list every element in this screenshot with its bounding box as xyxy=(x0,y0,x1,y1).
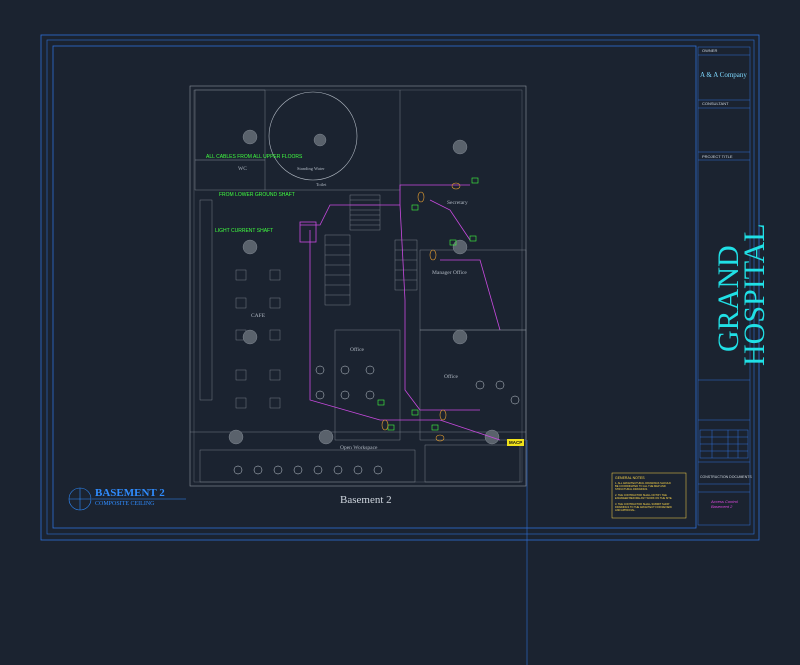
riser-note-lower: FROM LOWER GROUND SHAFT xyxy=(219,192,295,198)
floor-plan xyxy=(189,85,527,487)
workstations xyxy=(233,365,520,475)
room-standing-water: Standing Water xyxy=(297,166,325,171)
drawing-subtitle: COMPOSITE CEILING xyxy=(95,501,155,507)
room-office-1: Office xyxy=(350,347,364,353)
structural-columns xyxy=(228,129,500,445)
drawing-title: BASEMENT 2 xyxy=(95,487,165,499)
consultant-header: CONSULTANT xyxy=(702,101,729,106)
room-wc: WC xyxy=(238,166,247,172)
drawing-canvas xyxy=(40,34,760,665)
macp-tag: MACP xyxy=(507,439,525,446)
general-notes-title: GENERAL NOTES xyxy=(615,476,645,480)
staircase xyxy=(324,194,418,306)
room-secretary: Secretary xyxy=(447,200,468,206)
riser-note-upper: ALL CABLES FROM ALL UPPER FLOORS xyxy=(206,154,303,160)
room-open-workspace: Open Workspace xyxy=(340,445,378,451)
company-name: A & A Company xyxy=(700,71,747,79)
general-note-1: 1. ALL ARCHITECTURAL DRAWINGS SHOULD BE … xyxy=(615,482,671,492)
owner-header: OWNER xyxy=(702,48,718,53)
project-title-header: PROJECT TITLE xyxy=(702,154,733,159)
room-office-2: Office xyxy=(444,374,458,380)
room-manager-office: Manager Office xyxy=(432,270,467,276)
riser-note-shaft: LIGHT CURRENT SHAFT xyxy=(215,228,274,234)
door-devices xyxy=(381,182,461,442)
phase-label: CONSTRUCTION DOCUMENTS xyxy=(700,475,752,479)
general-note-2: 2. THE CONTRACTOR SHALL NOTIFY THE ENGIN… xyxy=(615,494,673,501)
general-note-3: 3. THE CONTRACTOR SHALL SUBMIT SHOP DRAW… xyxy=(615,503,672,513)
project-name-line2: HOSPITAL xyxy=(738,223,771,366)
sheet-title-line2: Basement 2 xyxy=(711,504,733,509)
plan-caption: Basement 2 xyxy=(340,494,392,506)
room-cafe: CAFE xyxy=(251,313,266,319)
room-toilet: Toilet xyxy=(316,182,327,187)
access-devices xyxy=(377,177,479,431)
